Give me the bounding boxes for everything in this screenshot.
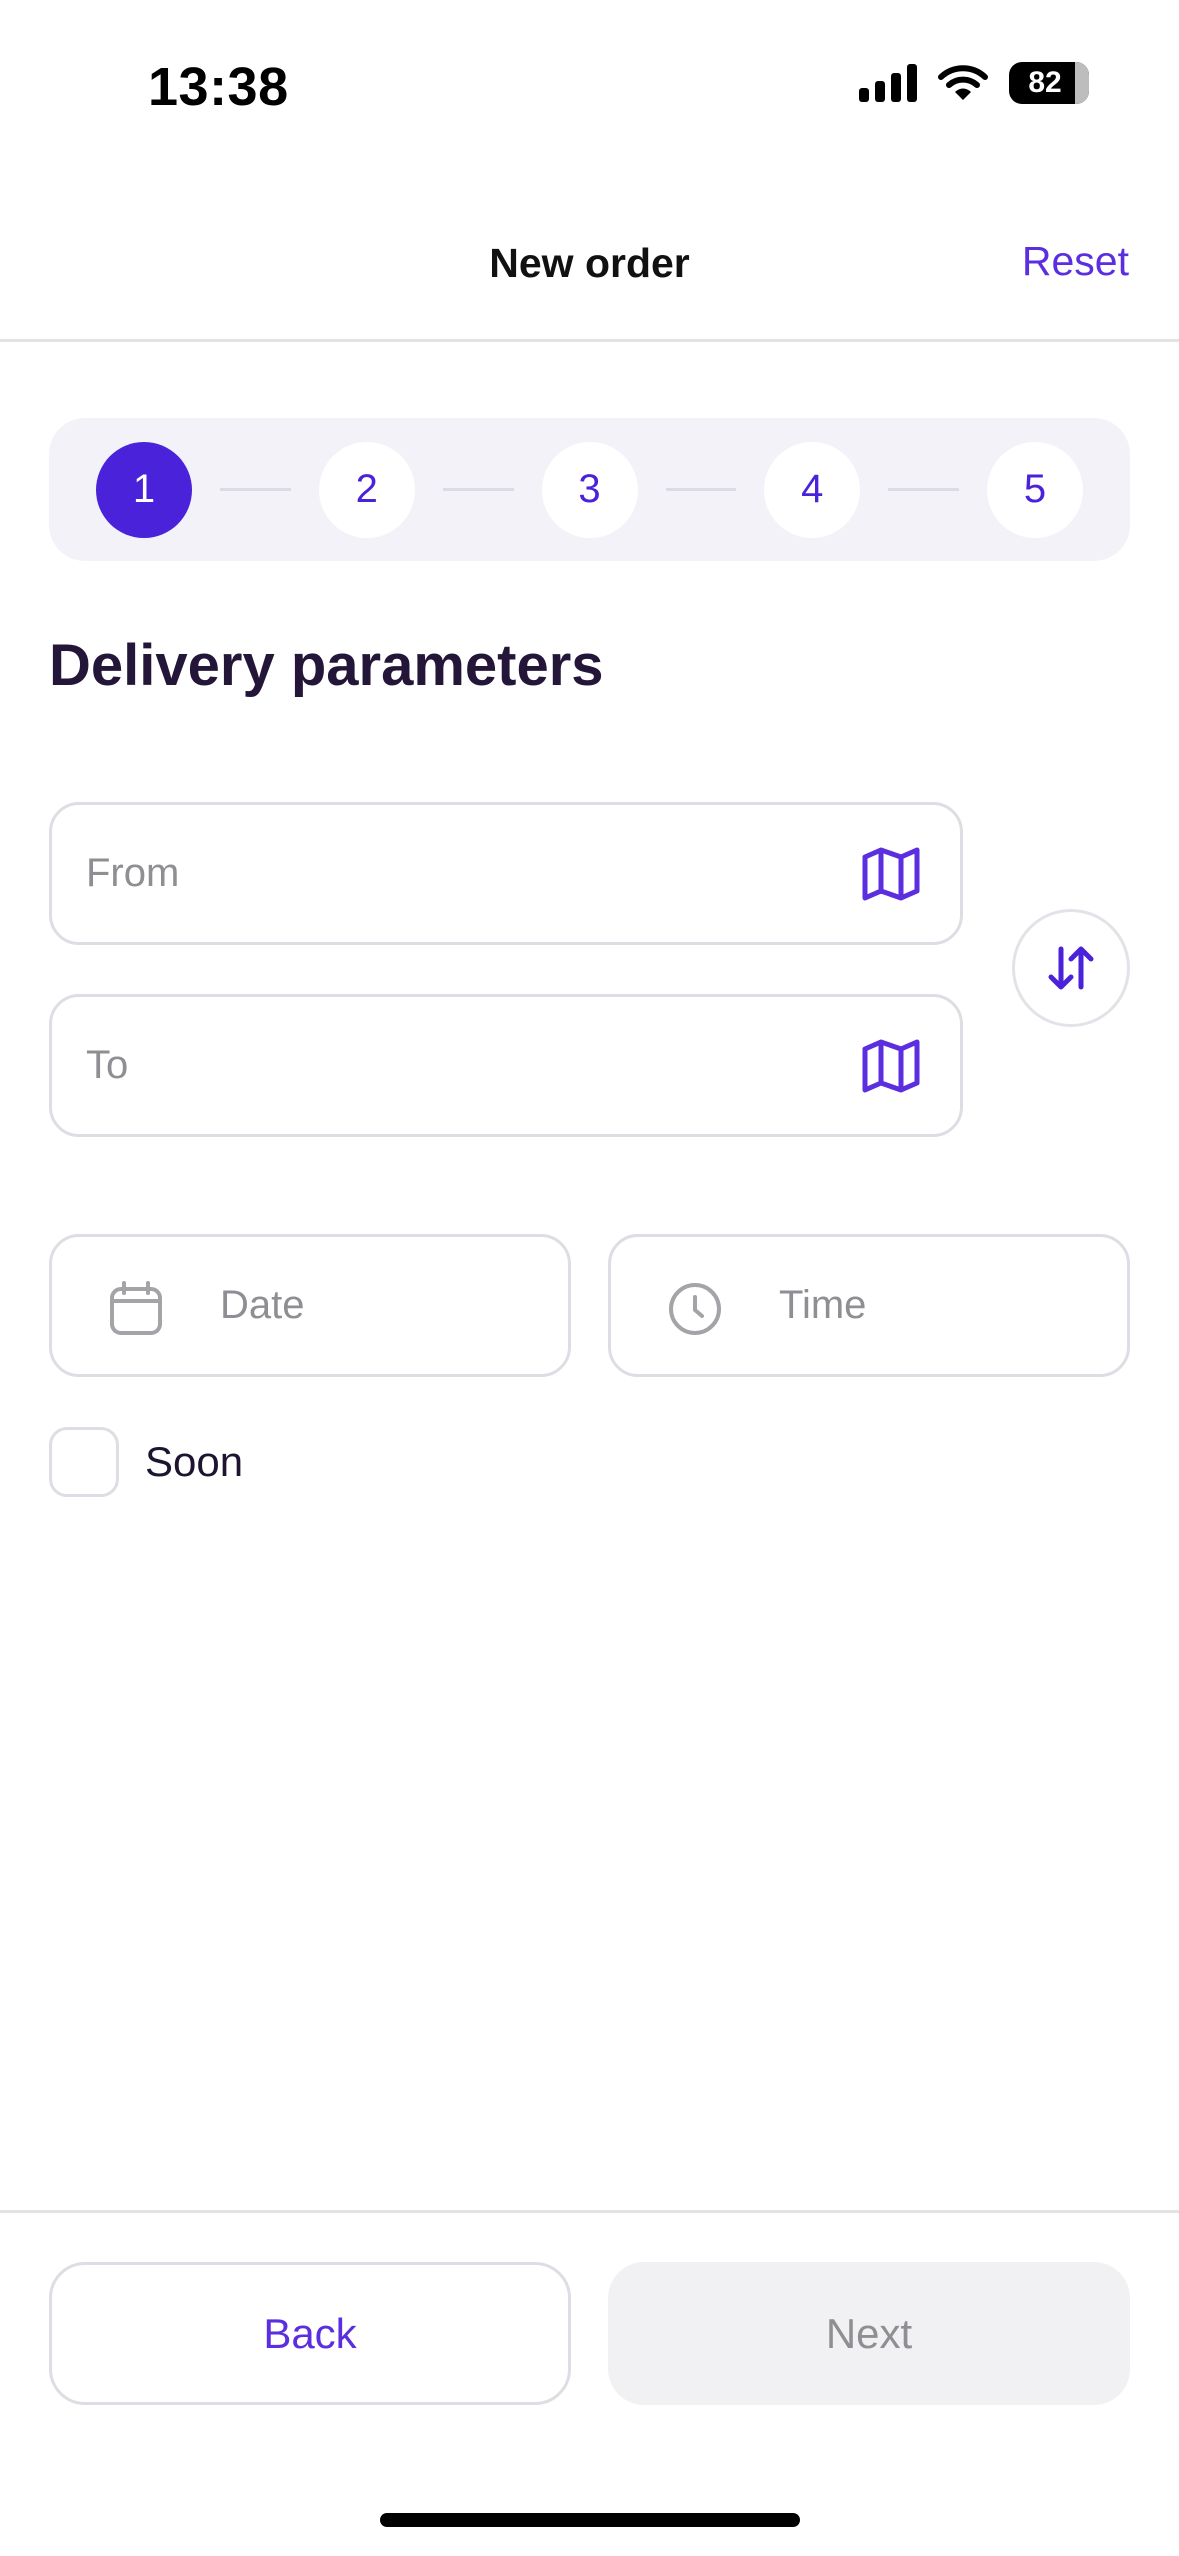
from-field[interactable]: From: [49, 802, 963, 945]
battery-icon: 82: [1009, 62, 1089, 104]
time-field[interactable]: Time: [608, 1234, 1130, 1377]
step-4[interactable]: 4: [764, 441, 861, 538]
map-icon[interactable]: [860, 845, 922, 903]
clock-icon: [669, 1283, 721, 1335]
section-title: Delivery parameters: [49, 633, 604, 698]
time-placeholder: Time: [779, 1283, 867, 1327]
soon-checkbox[interactable]: [49, 1427, 119, 1497]
step-connector: [442, 488, 514, 491]
back-button[interactable]: Back: [49, 2262, 571, 2405]
date-placeholder: Date: [220, 1283, 305, 1327]
footer-divider: [0, 2210, 1179, 2213]
step-connector: [665, 488, 737, 491]
page-title: New order: [489, 240, 690, 286]
swap-vertical-icon: [1048, 946, 1094, 990]
navigation-header: New order Reset: [0, 190, 1179, 342]
step-2[interactable]: 2: [318, 441, 415, 538]
step-connector: [888, 488, 959, 491]
home-indicator: [380, 2513, 800, 2527]
to-field[interactable]: To: [49, 994, 963, 1137]
reset-button[interactable]: Reset: [1022, 238, 1129, 285]
swap-addresses-button[interactable]: [1012, 909, 1130, 1027]
status-icons: 82: [859, 62, 1089, 104]
battery-percentage: 82: [1028, 66, 1062, 99]
status-time: 13:38: [148, 57, 289, 117]
next-button[interactable]: Next: [608, 2262, 1130, 2405]
step-3[interactable]: 3: [541, 441, 638, 538]
calendar-icon: [110, 1281, 162, 1335]
order-stepper: 1 2 3 4 5: [49, 418, 1130, 561]
wifi-icon: [938, 65, 988, 100]
step-1[interactable]: 1: [96, 441, 192, 538]
from-placeholder: From: [86, 851, 180, 895]
step-5[interactable]: 5: [987, 441, 1083, 538]
to-placeholder: To: [86, 1043, 129, 1087]
date-field[interactable]: Date: [49, 1234, 571, 1377]
soon-checkbox-label[interactable]: Soon: [145, 1438, 243, 1486]
map-icon[interactable]: [860, 1037, 922, 1095]
new-order-screen: 13:38 82 New order Reset 1 2 3 4 5 Deliv…: [0, 0, 1179, 2556]
cellular-signal-icon: [859, 64, 917, 102]
step-connector: [220, 488, 291, 491]
